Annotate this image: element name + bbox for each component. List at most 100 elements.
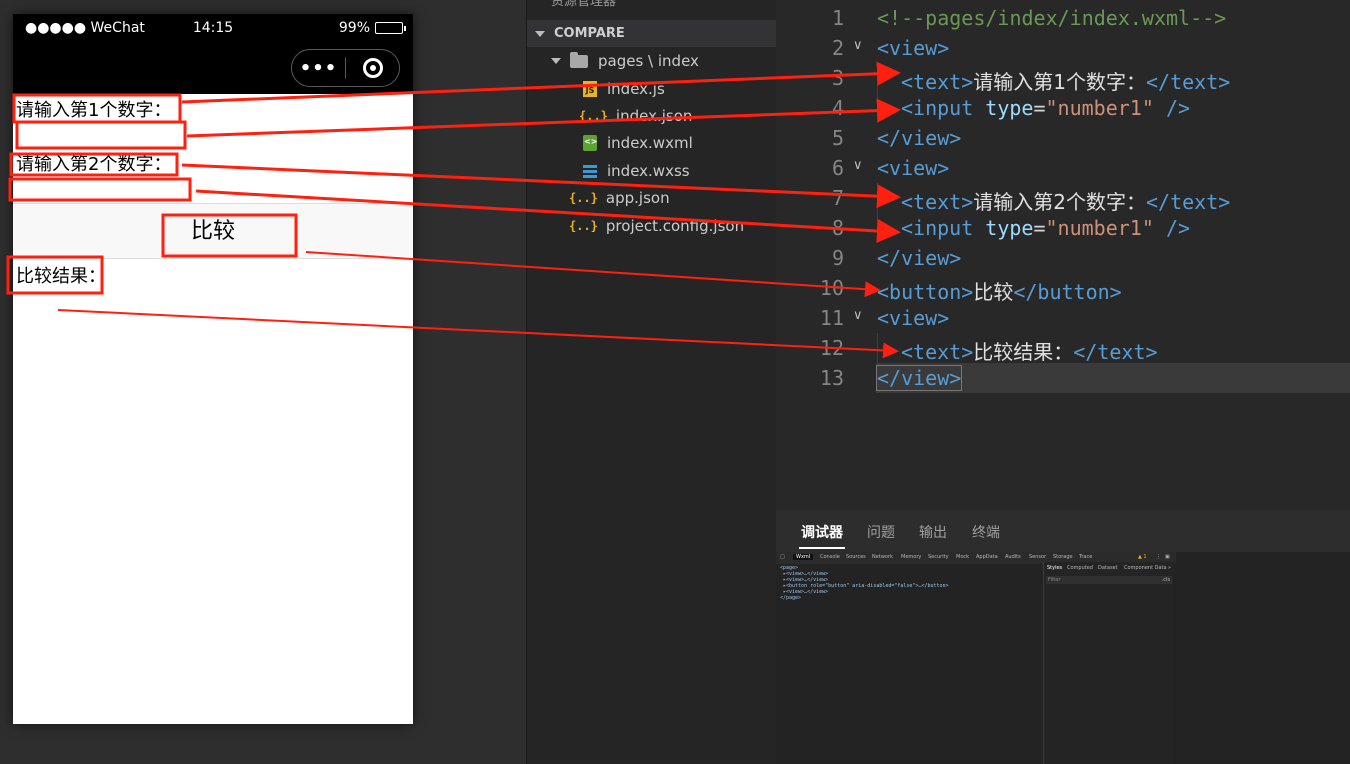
file-index-wxml[interactable]: index.wxml [583,130,693,156]
tag-token: </view> [877,246,962,270]
tab-problems[interactable]: 问题 [867,522,895,542]
target-icon [362,58,383,78]
cls-toggle[interactable]: .cls [1162,576,1170,584]
styles-tab-styles[interactable]: Styles [1047,565,1062,571]
file-index-js[interactable]: JS index.js [583,76,665,102]
attr-token: type [985,96,1034,120]
tag-token: </text> [1145,190,1231,214]
fold-chevron-icon[interactable]: ∨ [853,308,863,323]
devtools-tab-mock[interactable]: Mock [956,554,969,560]
json-file-icon: {..} [569,219,598,233]
eq-token: = [1033,96,1046,120]
explorer-title: 资源管理器 [551,0,617,9]
tag-token: <text> [901,190,974,214]
more-tabs-icon[interactable]: » [1168,565,1171,571]
code-line-7: <text>请输入第2个数字：</text> [901,186,1230,215]
tab-output[interactable]: 输出 [919,522,947,542]
line-number: 10 [819,276,844,300]
tag-token: /> [1165,216,1191,240]
input-number1[interactable] [17,124,187,148]
devtools-tab-sensor[interactable]: Sensor [1029,554,1046,560]
devtools-tab-trace[interactable]: Trace [1079,554,1092,560]
tag-token: /> [1165,96,1191,120]
tag-token: <view> [877,36,950,60]
devtools-tab-appdata[interactable]: AppData [976,554,998,560]
indent-guide [877,63,878,123]
tab-terminal[interactable]: 终端 [972,522,1000,542]
code-editor[interactable]: 1 2 3 4 5 6 7 8 9 10 11 12 13 ∨ ∨ ∨ <!--… [776,0,1350,510]
file-index-json[interactable]: {..} index.json [579,103,692,129]
json-file-icon: {..} [579,109,608,123]
wxml-tree: <page> ▸<view>…</view> ▸<view>…</view> ▸… [780,565,949,601]
file-index-wxss[interactable]: index.wxss [583,158,690,184]
tag-token: </text> [1145,70,1231,94]
status-right: 99% [339,20,406,36]
folder-icon [570,51,588,68]
devtools-tab-memory[interactable]: Memory [901,554,921,560]
devtools-tab-network[interactable]: Network [872,554,893,560]
styles-tab-computed[interactable]: Computed [1067,565,1093,571]
styles-tab-dataset[interactable]: Dataset [1098,565,1118,571]
chevron-down-icon [551,58,561,64]
phone-simulator: ●●●●● WeChat 14:15 99% ••• 请输入第1个数字： 请输入… [13,14,413,724]
devtools-tab-sources[interactable]: Sources [846,554,866,560]
line-number: 4 [831,96,844,120]
folder-label: pages \ index [598,52,699,70]
dock-icon[interactable]: ▣ [1165,554,1170,560]
styles-tab-component-data[interactable]: Component Data [1124,565,1167,571]
text-token: 比较 [973,280,1014,304]
file-app-json[interactable]: {..} app.json [569,185,670,211]
devtools-tab-storage[interactable]: Storage [1053,554,1073,560]
devtools-tab-audits[interactable]: Audits [1005,554,1021,560]
debugger-tab-bar: 调试器 问题 输出 终端 [776,510,1350,552]
close-miniprogram-button[interactable] [346,58,399,78]
tag-token: <view> [877,306,950,330]
file-label: app.json [605,189,670,207]
code-line-10: <button>比较</button> [877,276,1122,305]
navigation-bar: ••• [13,42,413,94]
code-line-2: <view> [877,36,949,60]
styles-filter-input[interactable]: Filter .cls [1046,576,1172,584]
status-bar: ●●●●● WeChat 14:15 99% [13,14,413,42]
comment-token: <!--pages/index/index.wxml--> [877,6,1227,30]
line-number: 7 [831,186,844,210]
line-number: 6 [831,156,844,180]
code-line-3: <text>请输入第1个数字：</text> [901,66,1230,95]
tag-token: </text> [1073,340,1158,364]
battery-icon [375,22,406,34]
tab-debugger[interactable]: 调试器 [801,522,843,542]
indent-guide [877,183,878,243]
code-line-4: <input type="number1" /> [901,96,1190,120]
compare-button[interactable]: 比较 [13,203,413,259]
devtools-tab-security[interactable]: Security [928,554,949,560]
explorer-panel: 资源管理器 COMPARE pages \ index JS index.js … [526,0,776,764]
attr-token: type [985,216,1034,240]
filter-placeholder: Filter [1048,577,1061,583]
line-number: 13 [819,366,844,390]
devtools-tab-wxml[interactable]: Wxml [793,554,814,560]
devtools-tab-console[interactable]: Console [820,554,840,560]
folder-pages-index[interactable]: pages \ index [551,48,699,74]
tag-token: <button> [877,280,974,304]
file-label: index.js [607,80,665,98]
file-project-config-json[interactable]: {..} project.config.json [569,213,744,239]
project-section-compare[interactable]: COMPARE [527,20,776,47]
more-icon[interactable]: ••• [292,58,345,79]
styles-pane: Styles Computed Dataset Component Data »… [1043,562,1174,764]
tag-token: <input [901,216,974,240]
input-number2[interactable] [17,176,187,200]
tag-token: <text> [901,340,974,364]
active-tab-underline [799,547,845,549]
code-line-11: <view> [877,306,949,330]
tree-node[interactable]: </page> [780,595,949,601]
fold-chevron-icon[interactable]: ∨ [853,38,863,53]
line-number: 12 [819,336,844,360]
fold-chevron-icon[interactable]: ∨ [853,158,863,173]
code-line-13: </view> [875,365,963,391]
more-options-icon[interactable]: ⋮ [1156,554,1161,560]
inspect-icon[interactable]: □ [780,554,785,560]
string-token: "number1" [1045,216,1154,240]
line-number: 1 [831,6,844,30]
line-number: 8 [831,216,844,240]
warning-badge[interactable]: ▲ 1 [1138,554,1147,560]
